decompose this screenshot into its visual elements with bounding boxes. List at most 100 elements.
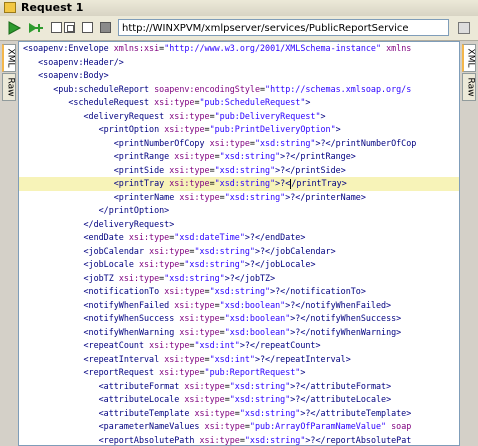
code-token: >?</attributeTemplate>	[300, 407, 412, 418]
options-button[interactable]	[458, 22, 470, 34]
code-token: xsi:type	[174, 151, 215, 161]
code-token: "xsd:string"	[244, 434, 306, 445]
code-line[interactable]: <attributeTemplate xsi:type="xsd:string"…	[23, 407, 459, 421]
code-line[interactable]: </deliveryRequest>	[23, 218, 459, 232]
code-token: <printerName	[23, 191, 180, 202]
endpoint-url-field[interactable]: http://WINXPVM/xmlpserver/services/Publi…	[118, 19, 449, 36]
code-token: >?</attributeLocale>	[290, 394, 392, 404]
request-view-tabs: XML Raw	[0, 41, 18, 446]
code-line[interactable]: <repeatCount xsi:type="xsd:int">?</repea…	[23, 339, 459, 353]
code-token: "xsd:boolean"	[224, 326, 291, 337]
code-token: "pub:ScheduleRequest"	[199, 97, 306, 107]
code-line[interactable]: <deliveryRequest xsi:type="pub:DeliveryR…	[23, 110, 459, 124]
code-token: >?</printRange>	[280, 151, 356, 161]
code-token: >	[300, 367, 306, 377]
code-token: >?</reportAbsolutePat	[305, 434, 412, 445]
code-token: xsi:type	[204, 421, 245, 431]
code-token: <notifyWhenSuccess	[23, 313, 180, 323]
code-token: xsi:type	[164, 286, 205, 296]
code-token: >?</printNumberOfCop	[315, 137, 417, 148]
code-token: >?</jobTZ>	[224, 272, 276, 283]
code-token: "xsd:string"	[164, 272, 225, 283]
code-line[interactable]: <printOption xsi:type="pub:PrintDelivery…	[23, 123, 459, 137]
code-line[interactable]: <parameterNameValues xsi:type="pub:Array…	[23, 420, 459, 434]
code-line[interactable]: <reportAbsolutePath xsi:type="xsd:string…	[23, 434, 459, 446]
code-token: "xsd:string"	[209, 286, 271, 296]
code-token: "xsd:boolean"	[224, 313, 291, 323]
code-token: <attributeFormat	[23, 380, 185, 391]
code-line[interactable]: <jobLocale xsi:type="xsd:string">?</jobL…	[23, 258, 459, 272]
code-token: "xsd:string"	[184, 259, 245, 269]
cancel-request-button[interactable]	[100, 22, 111, 33]
code-token: xsi:type	[169, 110, 210, 121]
code-token: /printTray>	[291, 178, 347, 188]
code-line[interactable]: <notifyWhenSuccess xsi:type="xsd:boolean…	[23, 312, 459, 326]
add-to-mock-button[interactable]	[82, 22, 93, 33]
code-token: xsi:type	[179, 191, 220, 202]
code-line[interactable]: <soapenv:Envelope xmlns:xsi="http://www.…	[23, 42, 459, 56]
tab-request-xml[interactable]: XML	[2, 44, 16, 72]
code-line[interactable]: <reportRequest xsi:type="pub:ReportReque…	[23, 366, 459, 380]
code-line[interactable]: <attributeFormat xsi:type="xsd:string">?…	[23, 380, 459, 394]
code-line[interactable]: <endDate xsi:type="xsd:dateTime">?</endD…	[23, 231, 459, 245]
submit-request-button[interactable]	[6, 20, 22, 36]
code-line[interactable]: <printerName xsi:type="xsd:string">?</pr…	[23, 191, 459, 205]
clone-request-button[interactable]	[64, 22, 75, 33]
code-token: >?</jobLocale>	[244, 259, 316, 269]
code-line[interactable]: <soapenv:Header/>	[23, 56, 459, 70]
code-token: >?</printerName>	[285, 191, 366, 202]
title-bar: Request 1	[0, 0, 478, 17]
code-line[interactable]: <soapenv:Body>	[23, 69, 459, 83]
code-line[interactable]: <printSide xsi:type="xsd:string">?</prin…	[23, 164, 459, 178]
code-token: <soapenv:Header/>	[23, 56, 124, 67]
code-line[interactable]: <notificationTo xsi:type="xsd:string">?<…	[23, 285, 459, 299]
tab-request-raw[interactable]: Raw	[2, 73, 16, 101]
code-line[interactable]: </printOption>	[23, 204, 459, 218]
code-token: >?</repeatCount>	[239, 340, 321, 350]
request-xml-editor[interactable]: <soapenv:Envelope xmlns:xsi="http://www.…	[18, 41, 460, 446]
code-token: "pub:ReportRequest"	[204, 367, 301, 377]
code-token: <notifyWhenWarning	[23, 326, 180, 337]
code-token: <attributeLocale	[23, 394, 185, 404]
window-title: Request 1	[21, 1, 84, 14]
code-line[interactable]: <jobCalendar xsi:type="xsd:string">?</jo…	[23, 245, 459, 259]
code-line[interactable]: <pub:scheduleReport soapenv:encodingStyl…	[23, 83, 459, 97]
code-token: <deliveryRequest	[23, 110, 170, 121]
tab-response-xml[interactable]: XML	[462, 44, 476, 72]
create-empty-request-button[interactable]	[51, 22, 62, 33]
code-line[interactable]: <printTray xsi:type="xsd:string">?</prin…	[19, 177, 459, 191]
code-token: xsi:type	[149, 245, 190, 256]
code-line[interactable]: <notifyWhenFailed xsi:type="xsd:boolean"…	[23, 299, 459, 313]
code-token: >?</jobCalendar>	[254, 245, 336, 256]
xml-code[interactable]: <soapenv:Envelope xmlns:xsi="http://www.…	[19, 42, 459, 446]
code-line[interactable]: <printRange xsi:type="xsd:string">?</pri…	[23, 150, 459, 164]
code-token: >?</endDate>	[244, 232, 306, 242]
code-line[interactable]: <scheduleRequest xsi:type="pub:ScheduleR…	[23, 96, 459, 110]
code-token: >?</notifyWhenFailed>	[285, 299, 392, 310]
code-token: <jobLocale	[23, 259, 139, 269]
code-token: >?</notificationTo>	[270, 286, 366, 296]
code-token: xsi:type	[209, 137, 250, 148]
tab-response-raw[interactable]: Raw	[462, 73, 476, 101]
code-token: xsi:type	[159, 367, 200, 377]
code-line[interactable]: <repeatInterval xsi:type="xsd:int">?</re…	[23, 353, 459, 367]
code-token: xsi:type	[179, 313, 220, 323]
code-token: "pub:PrintDeliveryOption"	[209, 124, 336, 134]
code-token: "xsd:string"	[214, 178, 276, 188]
add-step-button[interactable]	[27, 20, 43, 36]
code-token: >	[320, 110, 326, 121]
code-line[interactable]: <printNumberOfCopy xsi:type="xsd:string"…	[23, 137, 459, 151]
code-token: xsi:type	[149, 340, 190, 350]
code-token: xsi:type	[174, 299, 215, 310]
code-token: "pub:DeliveryRequest"	[214, 110, 321, 121]
request-icon	[4, 2, 16, 13]
code-token: <reportRequest	[23, 367, 160, 377]
code-line[interactable]: <attributeLocale xsi:type="xsd:string">?…	[23, 393, 459, 407]
code-token: xsi:type	[184, 394, 225, 404]
code-token: <reportAbsolutePath	[23, 434, 200, 445]
code-token: >	[305, 97, 311, 107]
code-line[interactable]: <jobTZ xsi:type="xsd:string">?</jobTZ>	[23, 272, 459, 286]
code-token: xsi:type	[194, 407, 235, 418]
code-token: xmlns	[381, 43, 412, 53]
code-line[interactable]: <notifyWhenWarning xsi:type="xsd:boolean…	[23, 326, 459, 340]
